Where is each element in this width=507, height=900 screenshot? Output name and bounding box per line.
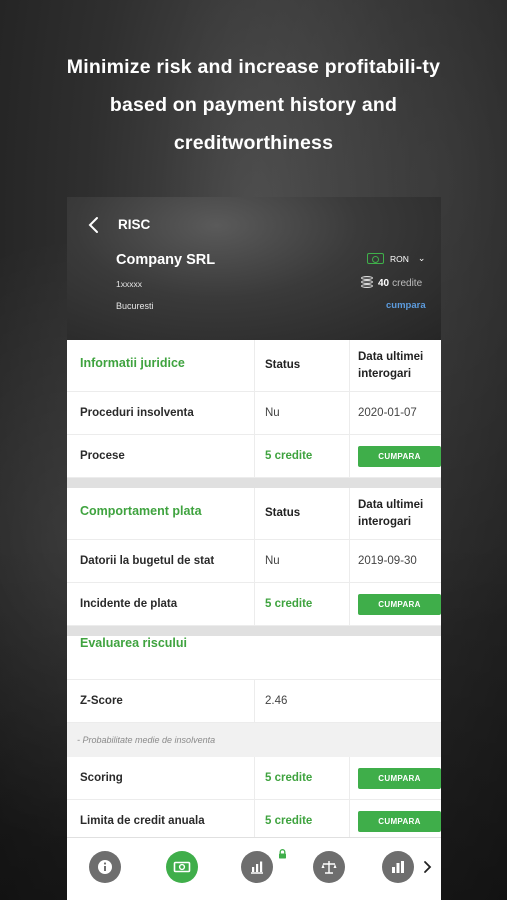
buy-button[interactable]: CUMPARA (358, 767, 441, 789)
section-header-row: Comportament plata Status Data ultimei i… (67, 488, 441, 540)
row-credits-cost: 5 credite (265, 815, 313, 827)
buy-credits-link[interactable]: cumpara (386, 300, 426, 311)
company-id: 1xxxxx (116, 279, 142, 289)
credits-balance: 40 credite (361, 276, 422, 290)
marketing-headline: Minimize risk and increase profitabili-t… (66, 56, 441, 154)
payment-behavior-section: Comportament plata Status Data ultimei i… (67, 488, 441, 626)
buy-button[interactable]: CUMPARA (358, 810, 441, 832)
bottom-nav (67, 837, 441, 900)
row-credits-cost: 5 credite (265, 772, 313, 784)
legal-info-section: Informatii juridice Status Data ultimei … (67, 340, 441, 478)
risk-header: RISC Company SRL 1xxxxx Bucuresti RON ⌄ … (67, 197, 441, 340)
row-label: Z-Score (80, 695, 123, 707)
date-column-header: Data ultimei interogari (358, 350, 424, 380)
page-title: RISC (118, 217, 151, 232)
section-title: Informatii juridice (80, 356, 185, 370)
bar-chart-icon[interactable] (382, 851, 414, 883)
currency-label: RON (390, 253, 409, 264)
table-row: Incidente de plata 5 credite CUMPARA (67, 583, 441, 626)
info-icon[interactable] (89, 851, 121, 883)
date-column-header: Data ultimei interogari (358, 498, 424, 528)
row-status: Nu (265, 555, 280, 567)
currency-selector[interactable]: RON ⌄ (367, 253, 425, 264)
table-row: Datorii la bugetul de stat Nu 2019-09-30 (67, 540, 441, 583)
table-row: Scoring 5 credite CUMPARA (67, 757, 441, 800)
buy-button[interactable]: CUMPARA (358, 593, 441, 615)
row-credits-cost: 5 credite (265, 598, 313, 610)
table-row: Proceduri insolventa Nu 2020-01-07 (67, 392, 441, 435)
section-header-row: Evaluarea riscului (67, 636, 441, 680)
risk-content: Informatii juridice Status Data ultimei … (67, 340, 441, 843)
credits-label: credite (392, 277, 423, 289)
row-status: Nu (265, 407, 280, 419)
banknote-icon (367, 253, 384, 264)
company-city: Bucuresti (116, 301, 154, 311)
row-label: Procese (80, 450, 125, 462)
table-row: Z-Score 2.46 (67, 680, 441, 723)
chevron-right-icon[interactable] (422, 860, 432, 874)
row-date: 2019-09-30 (358, 555, 417, 567)
risk-evaluation-section: Evaluarea riscului Z-Score 2.46 - Probab… (67, 636, 441, 843)
zscore-value: 2.46 (265, 695, 288, 707)
money-icon[interactable] (166, 851, 198, 883)
section-divider (67, 478, 441, 488)
credits-count: 40 (378, 277, 390, 289)
row-label: Datorii la bugetul de stat (80, 555, 215, 567)
back-arrow-icon[interactable] (87, 215, 101, 235)
chevron-down-icon: ⌄ (417, 253, 426, 263)
row-date: 2020-01-07 (358, 407, 417, 419)
lock-icon (278, 846, 287, 859)
coins-icon (361, 276, 375, 290)
section-title: Comportament plata (80, 504, 202, 518)
chart-icon[interactable] (241, 851, 273, 883)
row-label: Incidente de plata (80, 598, 178, 610)
row-credits-cost: 5 credite (265, 450, 313, 462)
section-title: Evaluarea riscului (80, 636, 188, 650)
company-name: Company SRL (116, 252, 216, 268)
status-column-header: Status (265, 507, 301, 519)
buy-button[interactable]: CUMPARA (358, 445, 441, 467)
status-column-header: Status (265, 359, 301, 371)
row-label: Limita de credit anuala (80, 815, 205, 827)
scales-icon[interactable] (313, 851, 345, 883)
section-divider (67, 626, 441, 636)
table-row: Procese 5 credite CUMPARA (67, 435, 441, 478)
row-label: Scoring (80, 772, 123, 784)
zscore-note: - Probabilitate medie de insolventa (67, 723, 441, 757)
row-label: Proceduri insolventa (80, 407, 194, 419)
section-header-row: Informatii juridice Status Data ultimei … (67, 340, 441, 392)
app-screen: RISC Company SRL 1xxxxx Bucuresti RON ⌄ … (67, 197, 441, 900)
